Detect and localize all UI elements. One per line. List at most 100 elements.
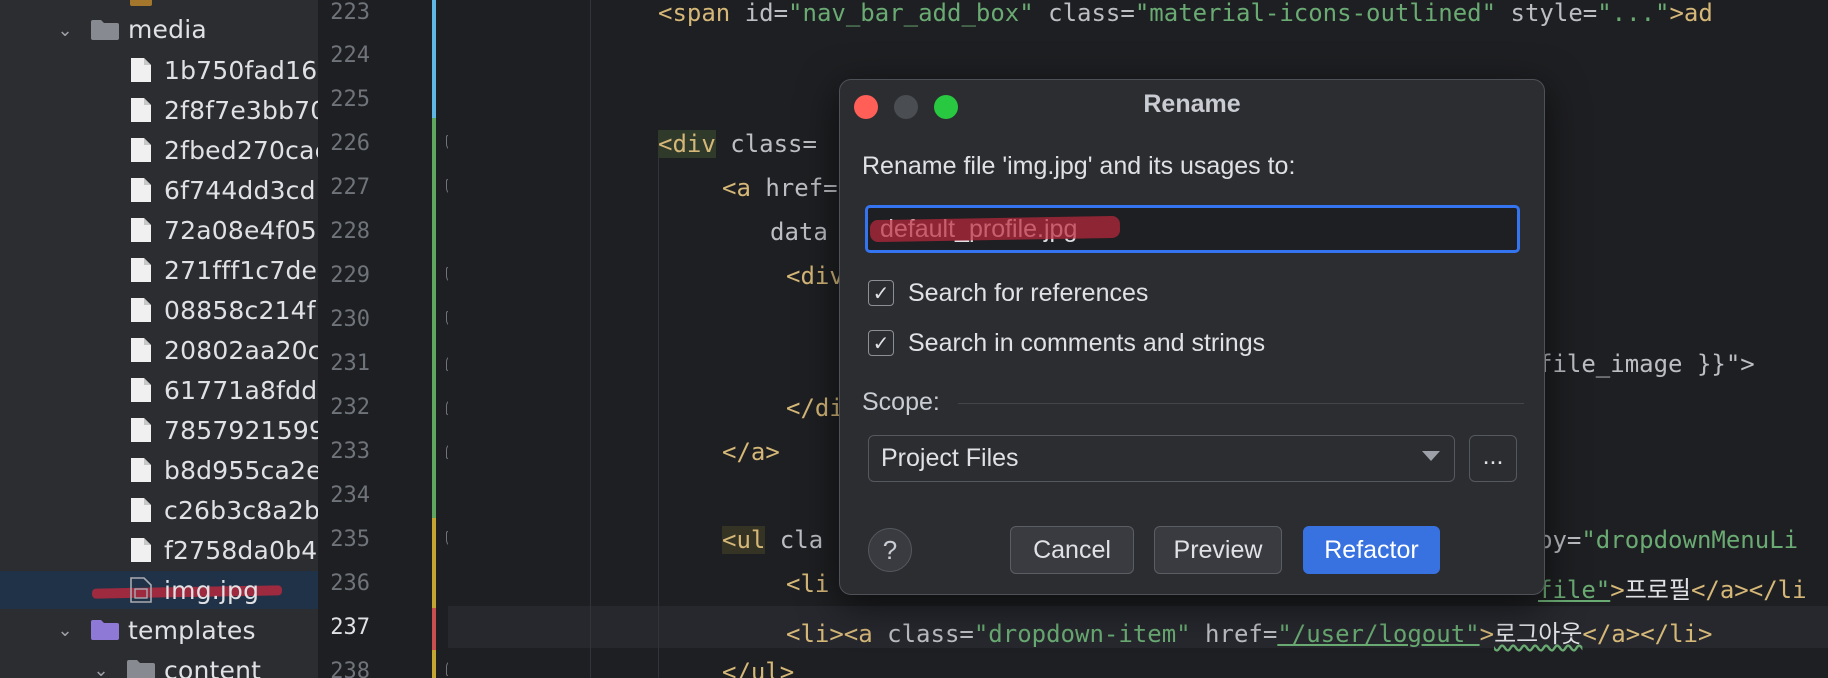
file-icon — [131, 138, 151, 162]
tree-file[interactable]: 72a08e4f05 — [0, 211, 318, 249]
rename-prompt: Rename file 'img.jpg' and its usages to: — [862, 152, 1296, 180]
rename-dialog: Rename Rename file 'img.jpg' and its usa… — [839, 79, 1545, 595]
code-line-237: <li><a class="dropdown-item" href="/user… — [786, 620, 1713, 648]
code-line-233: </a> — [722, 438, 780, 466]
file-icon — [131, 98, 151, 122]
file-icon — [131, 538, 151, 562]
vcs-modified-marker — [432, 650, 436, 678]
vcs-modified-marker — [432, 518, 436, 608]
tree-file[interactable]: 1b750fad16 — [0, 51, 318, 89]
line-number: 224 — [330, 43, 370, 68]
line-number: 229 — [330, 263, 370, 288]
code-line-229: <div — [786, 262, 844, 290]
code-line-223: <span id="nav_bar_add_box" class="materi… — [658, 0, 1713, 27]
vcs-deleted-marker — [432, 608, 436, 650]
search-references-label: Search for references — [908, 278, 1149, 307]
line-number-current: 237 — [330, 615, 370, 640]
tree-folder-templates[interactable]: ⌄ templates — [0, 611, 318, 649]
code-line-235: <ul cla — [722, 526, 824, 554]
folder-icon — [91, 620, 119, 640]
code-line-236: <li — [786, 570, 830, 598]
search-comments-label: Search in comments and strings — [908, 328, 1266, 357]
tree-file[interactable]: 78579215996 — [0, 411, 318, 449]
code-line-235-tail: by="dropdownMenuLi — [1538, 526, 1799, 554]
vcs-added-marker — [432, 118, 436, 518]
file-icon — [131, 378, 151, 402]
tree-file[interactable]: 2f8f7e3bb70 — [0, 91, 318, 129]
refactor-button[interactable]: Refactor — [1303, 526, 1440, 574]
tree-file-label: img.jpg — [164, 576, 260, 605]
tree-file-label: 2f8f7e3bb70 — [164, 96, 318, 125]
folder-icon — [91, 20, 119, 40]
line-number: 227 — [330, 175, 370, 200]
tree-file[interactable]: 08858c214f — [0, 291, 318, 329]
line-number: 235 — [330, 527, 370, 552]
chevron-down-icon[interactable]: ⌄ — [56, 621, 74, 639]
line-number: 223 — [330, 0, 370, 25]
file-icon — [131, 498, 151, 522]
help-button[interactable]: ? — [868, 528, 912, 572]
tree-file-label: 78579215996 — [164, 416, 318, 445]
scope-dropdown[interactable]: Project Files — [868, 435, 1455, 482]
indent-guide — [658, 150, 659, 678]
code-line-231-tail: file_image }}"> — [1538, 350, 1755, 378]
tree-file-label: 20802aa20c — [164, 336, 318, 365]
file-icon — [131, 338, 151, 362]
indent-guide — [590, 0, 591, 678]
search-references-option[interactable]: ✓ Search for references — [868, 277, 1148, 309]
tree-file[interactable]: 20802aa20c — [0, 331, 318, 369]
tree-file-label: 1b750fad16 — [164, 56, 318, 85]
chevron-down-icon[interactable]: ⌄ — [92, 661, 110, 678]
tree-file-label: b8d955ca2e — [164, 456, 318, 485]
scope-more-button[interactable]: ... — [1469, 435, 1517, 482]
dialog-title: Rename — [1143, 90, 1241, 118]
editor-gutter: 223 224 225 226 227 228 229 230 231 232 … — [318, 0, 460, 678]
line-number: 230 — [330, 307, 370, 332]
chevron-down-icon[interactable]: ⌄ — [56, 21, 74, 39]
file-icon — [131, 58, 151, 82]
tree-file-label: 61771a8fdd — [164, 376, 318, 405]
tree-file-selected[interactable]: img.jpg — [0, 571, 318, 609]
line-number: 226 — [330, 131, 370, 156]
line-number: 228 — [330, 219, 370, 244]
tree-folder-media[interactable]: ⌄ media — [0, 11, 318, 49]
file-icon — [131, 418, 151, 442]
tree-file-label: 271fff1c7de — [164, 256, 318, 285]
tree-file[interactable]: 6f744dd3cd — [0, 171, 318, 209]
code-line-238: </ul> — [722, 658, 795, 678]
search-references-checkbox[interactable]: ✓ — [868, 280, 894, 306]
project-tree: ⌄ media 1b750fad16 2f8f7e3bb70 2fbed270c… — [0, 0, 318, 678]
search-comments-option[interactable]: ✓ Search in comments and strings — [868, 327, 1265, 359]
tree-file-label: f2758da0b4 — [164, 536, 318, 565]
code-line-228: data — [770, 218, 828, 246]
tree-file[interactable]: 271fff1c7de — [0, 251, 318, 289]
tree-file[interactable]: 61771a8fdd — [0, 371, 318, 409]
line-number: 236 — [330, 571, 370, 596]
line-number: 231 — [330, 351, 370, 376]
line-number: 238 — [330, 659, 370, 678]
file-icon — [131, 258, 151, 282]
tree-folder-label: content — [164, 656, 262, 678]
tree-file[interactable]: c26b3c8a2b — [0, 491, 318, 529]
tree-file[interactable]: f2758da0b4 — [0, 531, 318, 569]
image-file-icon — [130, 577, 152, 603]
tree-file-label: 2fbed270cac — [164, 136, 318, 165]
code-line-227: <a href= — [722, 174, 838, 202]
line-number: 225 — [330, 87, 370, 112]
new-name-input[interactable] — [865, 205, 1520, 253]
code-line-232: </di — [786, 394, 844, 422]
preview-button[interactable]: Preview — [1154, 526, 1282, 574]
tree-file[interactable]: 2fbed270cac — [0, 131, 318, 169]
line-number: 233 — [330, 439, 370, 464]
tree-file-label: 6f744dd3cd — [164, 176, 316, 205]
scope-label: Scope: — [862, 388, 940, 416]
folder-icon — [127, 660, 155, 678]
tree-folder-label: media — [128, 15, 207, 44]
search-comments-checkbox[interactable]: ✓ — [868, 330, 894, 356]
dropdown-arrow-icon — [1422, 451, 1440, 461]
tree-file-label: 72a08e4f05 — [164, 216, 317, 245]
line-number: 232 — [330, 395, 370, 420]
cancel-button[interactable]: Cancel — [1010, 526, 1134, 574]
tree-file[interactable]: b8d955ca2e — [0, 451, 318, 489]
tree-folder-content[interactable]: ⌄ content — [0, 651, 318, 678]
